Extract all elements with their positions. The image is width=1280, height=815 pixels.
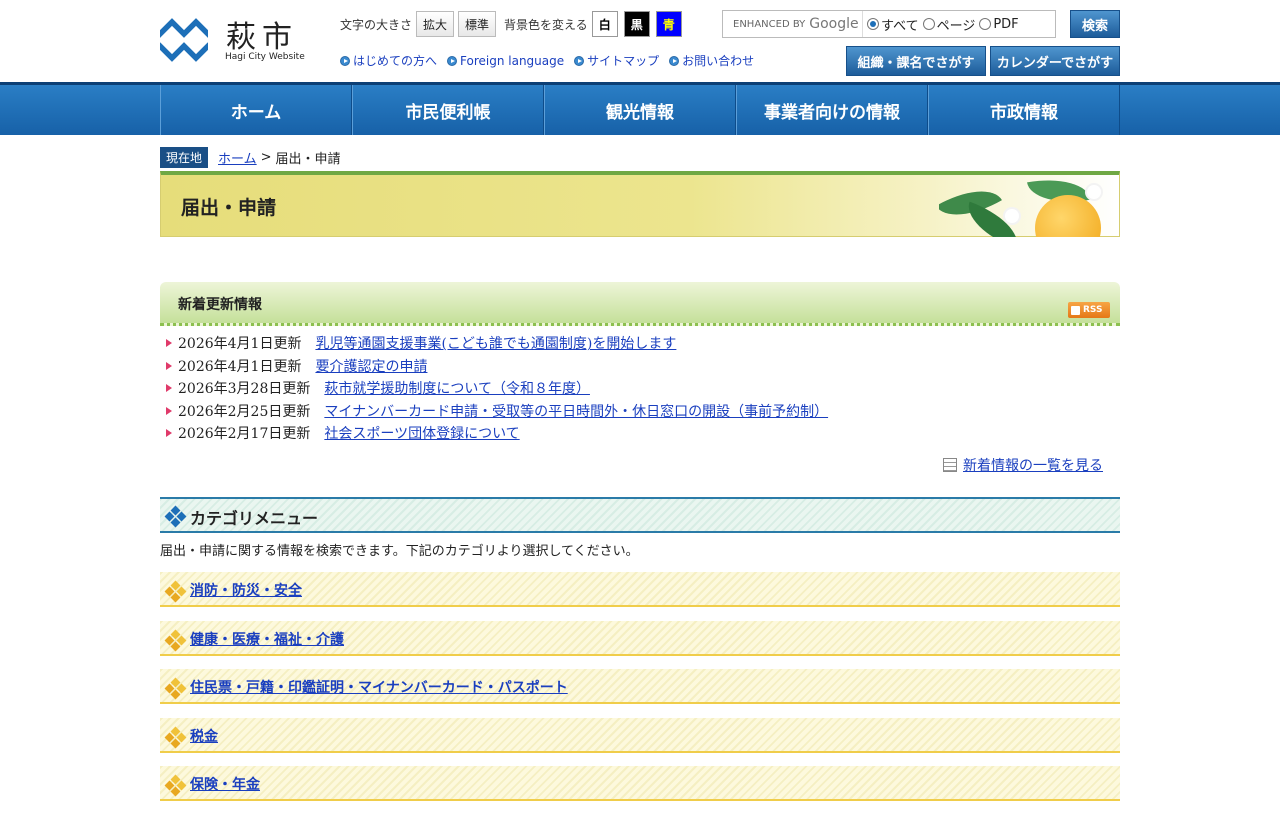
logo-english: Hagi City Website (225, 52, 305, 62)
category-link[interactable]: 健康・医療・福祉・介護 (190, 629, 344, 649)
nav-citizen-guide[interactable]: 市民便利帳 (352, 85, 544, 135)
arrow-circle-icon (340, 55, 350, 66)
accessibility-tools: 文字の大きさ 拡大 標準 背景色を変える 白 黒 青 (340, 10, 688, 38)
news-item: 2026年4月1日更新 乳児等通園支援事業(こども誰でも通園制度)を開始します (160, 332, 828, 355)
link-foreign-language[interactable]: Foreign language (447, 52, 564, 69)
category-list: 消防・防災・安全 健康・医療・福祉・介護 住民票・戸籍・印鑑証明・マイナンバーカ… (160, 572, 1120, 815)
search-button[interactable]: 検索 (1070, 10, 1120, 38)
arrow-circle-icon (447, 55, 458, 66)
yellow-diamonds-icon (164, 629, 187, 651)
radio-icon (922, 18, 935, 30)
yellow-diamonds-icon (164, 580, 187, 603)
header-links: はじめての方へ Foreign language サイトマップ お問い合わせ (340, 52, 764, 69)
category-item: 税金 (160, 717, 1120, 753)
breadcrumb-current: 届出・申請 (275, 152, 341, 167)
news-link[interactable]: 萩市就学援助制度について（令和８年度） (324, 378, 590, 398)
arrow-circle-icon (574, 55, 585, 66)
site-logo[interactable]: 萩市 Hagi City Website (160, 16, 320, 66)
category-link[interactable]: 保険・年金 (190, 774, 260, 794)
yellow-diamonds-icon (164, 774, 187, 797)
link-sitemap[interactable]: サイトマップ (574, 52, 659, 69)
nav-tourism[interactable]: 観光情報 (544, 85, 736, 135)
category-heading: カテゴリメニュー (190, 509, 319, 528)
org-search-button[interactable]: 組織・課名でさがす (846, 46, 986, 76)
page-title: 届出・申請 (181, 197, 277, 219)
search-input[interactable]: ENHANCED BY Google (723, 11, 863, 37)
document-list-icon (943, 458, 957, 472)
yellow-diamonds-icon (164, 677, 187, 700)
category-description: 届出・申請に関する情報を検索できます。下記のカテゴリより選択してください。 (160, 544, 639, 559)
news-header: 新着更新情報 RSS (160, 282, 1120, 326)
news-more: 新着情報の一覧を見る (943, 455, 1103, 475)
font-enlarge-button[interactable]: 拡大 (416, 11, 455, 37)
rss-icon (1071, 305, 1080, 315)
font-standard-button[interactable]: 標準 (458, 11, 497, 37)
hagi-logo-icon (160, 16, 208, 64)
news-list-link[interactable]: 新着情報の一覧を見る (963, 455, 1103, 475)
bg-blue-button[interactable]: 青 (655, 11, 682, 37)
breadcrumb-home-link[interactable]: ホーム (218, 148, 257, 167)
news-item: 2026年4月1日更新 要介護認定の申請 (160, 355, 828, 378)
calendar-search-button[interactable]: カレンダーでさがす (990, 46, 1120, 76)
link-first-visit[interactable]: はじめての方へ (340, 52, 437, 69)
category-item: 保険・年金 (160, 766, 1120, 801)
news-item: 2026年2月17日更新 社会スポーツ団体登録について (160, 422, 828, 445)
category-header: カテゴリメニュー (160, 497, 1120, 533)
category-link[interactable]: 税金 (190, 726, 218, 746)
nav-business[interactable]: 事業者向けの情報 (736, 85, 928, 135)
category-item: 健康・医療・福祉・介護 (160, 620, 1120, 656)
natsumikan-illustration-icon (939, 175, 1119, 237)
global-nav: ホーム 市民便利帳 観光情報 事業者向けの情報 市政情報 (0, 82, 1280, 135)
news-item: 2026年3月28日更新 萩市就学援助制度について（令和８年度） (160, 377, 828, 400)
search-scope-all[interactable]: すべて (867, 15, 919, 34)
rss-button[interactable]: RSS (1068, 302, 1110, 318)
category-link[interactable]: 住民票・戸籍・印鑑証明・マイナンバーカード・パスポート (190, 677, 568, 697)
page-title-band: 届出・申請 (160, 171, 1120, 237)
search-scope-pdf[interactable]: PDF (979, 17, 1019, 32)
link-contact[interactable]: お問い合わせ (669, 52, 754, 69)
news-link[interactable]: 要介護認定の申請 (315, 356, 427, 376)
breadcrumb: 現在地 ホーム > 届出・申請 (160, 147, 341, 168)
breadcrumb-separator: > (260, 150, 272, 165)
yellow-diamonds-icon (164, 726, 187, 748)
category-link[interactable]: 消防・防災・安全 (190, 580, 302, 600)
category-item: 消防・防災・安全 (160, 572, 1120, 607)
nav-city-government[interactable]: 市政情報 (928, 85, 1120, 135)
news-link[interactable]: 乳児等通園支援事業(こども誰でも通園制度)を開始します (315, 333, 676, 353)
news-link[interactable]: マイナンバーカード申請・受取等の平日時間外・休日窓口の開設（事前予約制） (324, 401, 828, 421)
radio-icon (979, 18, 992, 30)
breadcrumb-here-badge: 現在地 (160, 147, 209, 168)
radio-icon (867, 18, 879, 30)
news-heading: 新着更新情報 (178, 297, 262, 313)
logo-kanji: 萩市 (226, 20, 298, 55)
news-item: 2026年2月25日更新 マイナンバーカード申請・受取等の平日時間外・休日窓口の開… (160, 400, 828, 423)
category-item: 住民票・戸籍・印鑑証明・マイナンバーカード・パスポート (160, 669, 1120, 704)
news-list: 2026年4月1日更新 乳児等通園支援事業(こども誰でも通園制度)を開始します 2… (160, 332, 828, 445)
site-header: 萩市 Hagi City Website 文字の大きさ 拡大 標準 背景色を変え… (0, 0, 1280, 82)
blue-diamonds-icon (164, 505, 187, 528)
bg-white-button[interactable]: 白 (591, 11, 618, 37)
bg-black-button[interactable]: 黒 (623, 11, 650, 37)
site-search: ENHANCED BY Google すべて ページ PDF (722, 10, 1056, 38)
search-scope-page[interactable]: ページ (922, 15, 975, 34)
nav-home[interactable]: ホーム (160, 85, 352, 135)
news-link[interactable]: 社会スポーツ団体登録について (324, 423, 519, 443)
bg-color-label: 背景色を変える (504, 17, 588, 32)
arrow-circle-icon (669, 55, 680, 66)
font-size-label: 文字の大きさ (340, 17, 413, 32)
